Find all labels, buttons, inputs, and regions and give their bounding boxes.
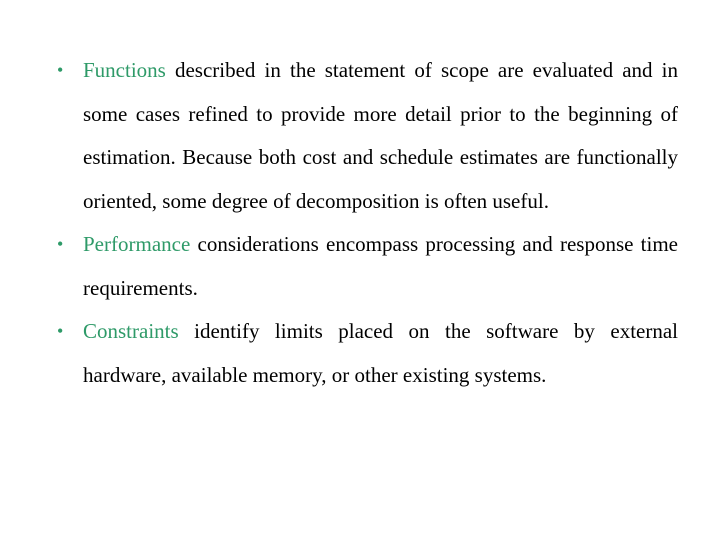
bullet-item-functions: • Functions described in the statement of…	[57, 49, 678, 223]
slide: • Functions described in the statement of…	[0, 0, 720, 540]
keyword-functions: Functions	[83, 58, 166, 82]
bullet-text: described in the statement of scope are …	[83, 58, 678, 213]
bullet-item-constraints: • Constraints identify limits placed on t…	[57, 310, 678, 397]
keyword-performance: Performance	[83, 232, 191, 256]
bullet-item-performance: • Performance considerations encompass pr…	[57, 223, 678, 310]
bullet-dot-icon: •	[57, 234, 64, 254]
bullet-dot-icon: •	[57, 321, 64, 341]
bullet-dot-icon: •	[57, 60, 64, 80]
bullet-list: • Functions described in the statement of…	[57, 49, 678, 397]
keyword-constraints: Constraints	[83, 319, 179, 343]
